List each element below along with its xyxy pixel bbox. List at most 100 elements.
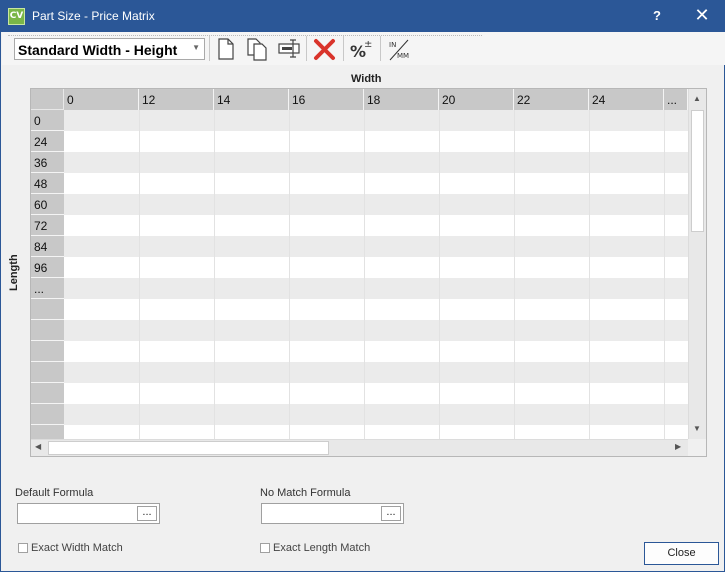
column-header[interactable]: ... (664, 89, 688, 110)
row-header[interactable]: 60 (31, 194, 64, 215)
copy-button[interactable] (244, 36, 270, 62)
matrix-type-value: Standard Width - Height (18, 42, 178, 58)
x-axis-label: Width (351, 73, 382, 85)
row-header[interactable]: 72 (31, 215, 64, 236)
default-formula-label: Default Formula (15, 487, 94, 499)
row-header[interactable] (31, 404, 64, 425)
vertical-scrollbar[interactable]: ▲ ▼ (688, 89, 706, 439)
row-header[interactable]: ... (31, 278, 64, 299)
table-row[interactable] (64, 320, 688, 341)
exact-length-match-label: Exact Length Match (273, 542, 371, 555)
price-matrix-window: CV Part Size - Price Matrix ? ✕ Standard… (0, 0, 725, 572)
exact-width-match-label: Exact Width Match (31, 542, 123, 555)
no-match-formula-label: No Match Formula (260, 487, 351, 499)
table-row[interactable] (64, 194, 688, 215)
svg-text:MM: MM (397, 52, 409, 60)
column-divider (589, 110, 590, 440)
column-divider (289, 110, 290, 440)
table-row[interactable] (64, 236, 688, 257)
scroll-corner (688, 439, 706, 456)
vertical-scroll-thumb[interactable] (691, 110, 704, 232)
exact-length-match-checkbox[interactable]: Exact Length Match (260, 542, 370, 554)
delete-button[interactable] (312, 36, 338, 62)
row-header[interactable] (31, 320, 64, 341)
column-header[interactable]: 24 (589, 89, 664, 110)
column-divider (214, 110, 215, 440)
table-row[interactable] (64, 383, 688, 404)
column-header[interactable]: 0 (64, 89, 139, 110)
table-row[interactable] (64, 131, 688, 152)
svg-text:±: ± (364, 39, 372, 50)
unit-toggle-icon: INMM (389, 39, 409, 61)
row-header[interactable] (31, 383, 64, 404)
toolbar-separator (209, 36, 210, 61)
horizontal-scrollbar[interactable]: ◀ ▶ (31, 439, 688, 456)
no-match-formula-field[interactable]: ... (261, 503, 404, 524)
table-row[interactable] (64, 341, 688, 362)
table-row[interactable] (64, 110, 688, 131)
table-row[interactable] (64, 278, 688, 299)
column-header[interactable]: 12 (139, 89, 214, 110)
row-header[interactable] (31, 299, 64, 320)
grid-corner (31, 89, 64, 110)
column-divider (139, 110, 140, 440)
table-row[interactable] (64, 257, 688, 278)
row-header[interactable]: 84 (31, 236, 64, 257)
price-matrix-grid[interactable]: 0 12 14 16 18 20 22 24... 0 24 36 48 60 72 84 96... ▲ ▼… (30, 88, 707, 457)
row-header[interactable]: 48 (31, 173, 64, 194)
default-formula-browse-button[interactable]: ... (137, 506, 157, 521)
column-header[interactable]: 20 (439, 89, 514, 110)
table-row[interactable] (64, 404, 688, 425)
copy-icon (247, 38, 267, 61)
matrix-type-dropdown[interactable]: Standard Width - Height ▼ (14, 38, 205, 60)
unit-toggle-button[interactable]: IN MM (386, 36, 412, 62)
exact-width-match-checkbox[interactable]: Exact Width Match (18, 542, 123, 554)
close-button[interactable]: Close (644, 542, 719, 565)
column-header[interactable]: 14 (214, 89, 289, 110)
edit-icon (278, 39, 300, 58)
new-button[interactable] (213, 36, 239, 62)
window-close-button[interactable]: ✕ (687, 5, 717, 27)
help-button[interactable]: ? (644, 5, 670, 27)
column-divider (364, 110, 365, 440)
scroll-down-icon[interactable]: ▼ (693, 424, 701, 433)
app-logo-icon: CV (8, 8, 25, 25)
row-header[interactable]: 24 (31, 131, 64, 152)
table-row[interactable] (64, 173, 688, 194)
default-formula-field[interactable]: ... (17, 503, 160, 524)
row-header[interactable] (31, 362, 64, 383)
delete-icon (314, 39, 335, 60)
no-match-formula-browse-button[interactable]: ... (381, 506, 401, 521)
checkbox-box[interactable] (260, 543, 270, 554)
window-title: Part Size - Price Matrix (32, 9, 155, 23)
column-header[interactable]: 16 (289, 89, 364, 110)
row-header[interactable]: 0 (31, 110, 64, 131)
chevron-down-icon: ▼ (192, 43, 200, 52)
column-header[interactable]: 22 (514, 89, 589, 110)
horizontal-scroll-thumb[interactable] (48, 441, 329, 455)
scroll-right-icon[interactable]: ▶ (675, 442, 681, 451)
toolbar-separator (343, 36, 344, 61)
table-row[interactable] (64, 152, 688, 173)
row-header[interactable]: 36 (31, 152, 64, 173)
edit-button[interactable] (276, 36, 302, 62)
table-row[interactable] (64, 215, 688, 236)
percent-adjust-button[interactable]: % ± (348, 36, 374, 62)
row-header[interactable]: 96 (31, 257, 64, 278)
scroll-up-icon[interactable]: ▲ (693, 94, 701, 103)
new-icon (218, 38, 234, 60)
column-divider (664, 110, 665, 440)
scroll-left-icon[interactable]: ◀ (35, 442, 41, 451)
y-axis-label: Length (8, 254, 20, 291)
column-divider (439, 110, 440, 440)
column-header[interactable]: 18 (364, 89, 439, 110)
row-header[interactable] (31, 341, 64, 362)
table-row[interactable] (64, 299, 688, 320)
checkbox-box[interactable] (18, 543, 28, 554)
toolbar-separator (306, 36, 307, 61)
percent-adjust-icon: %± (350, 39, 372, 61)
toolbar: Standard Width - Height ▼ % ± IN MM (2, 32, 725, 65)
table-row[interactable] (64, 362, 688, 383)
column-divider (514, 110, 515, 440)
svg-text:IN: IN (389, 41, 396, 49)
